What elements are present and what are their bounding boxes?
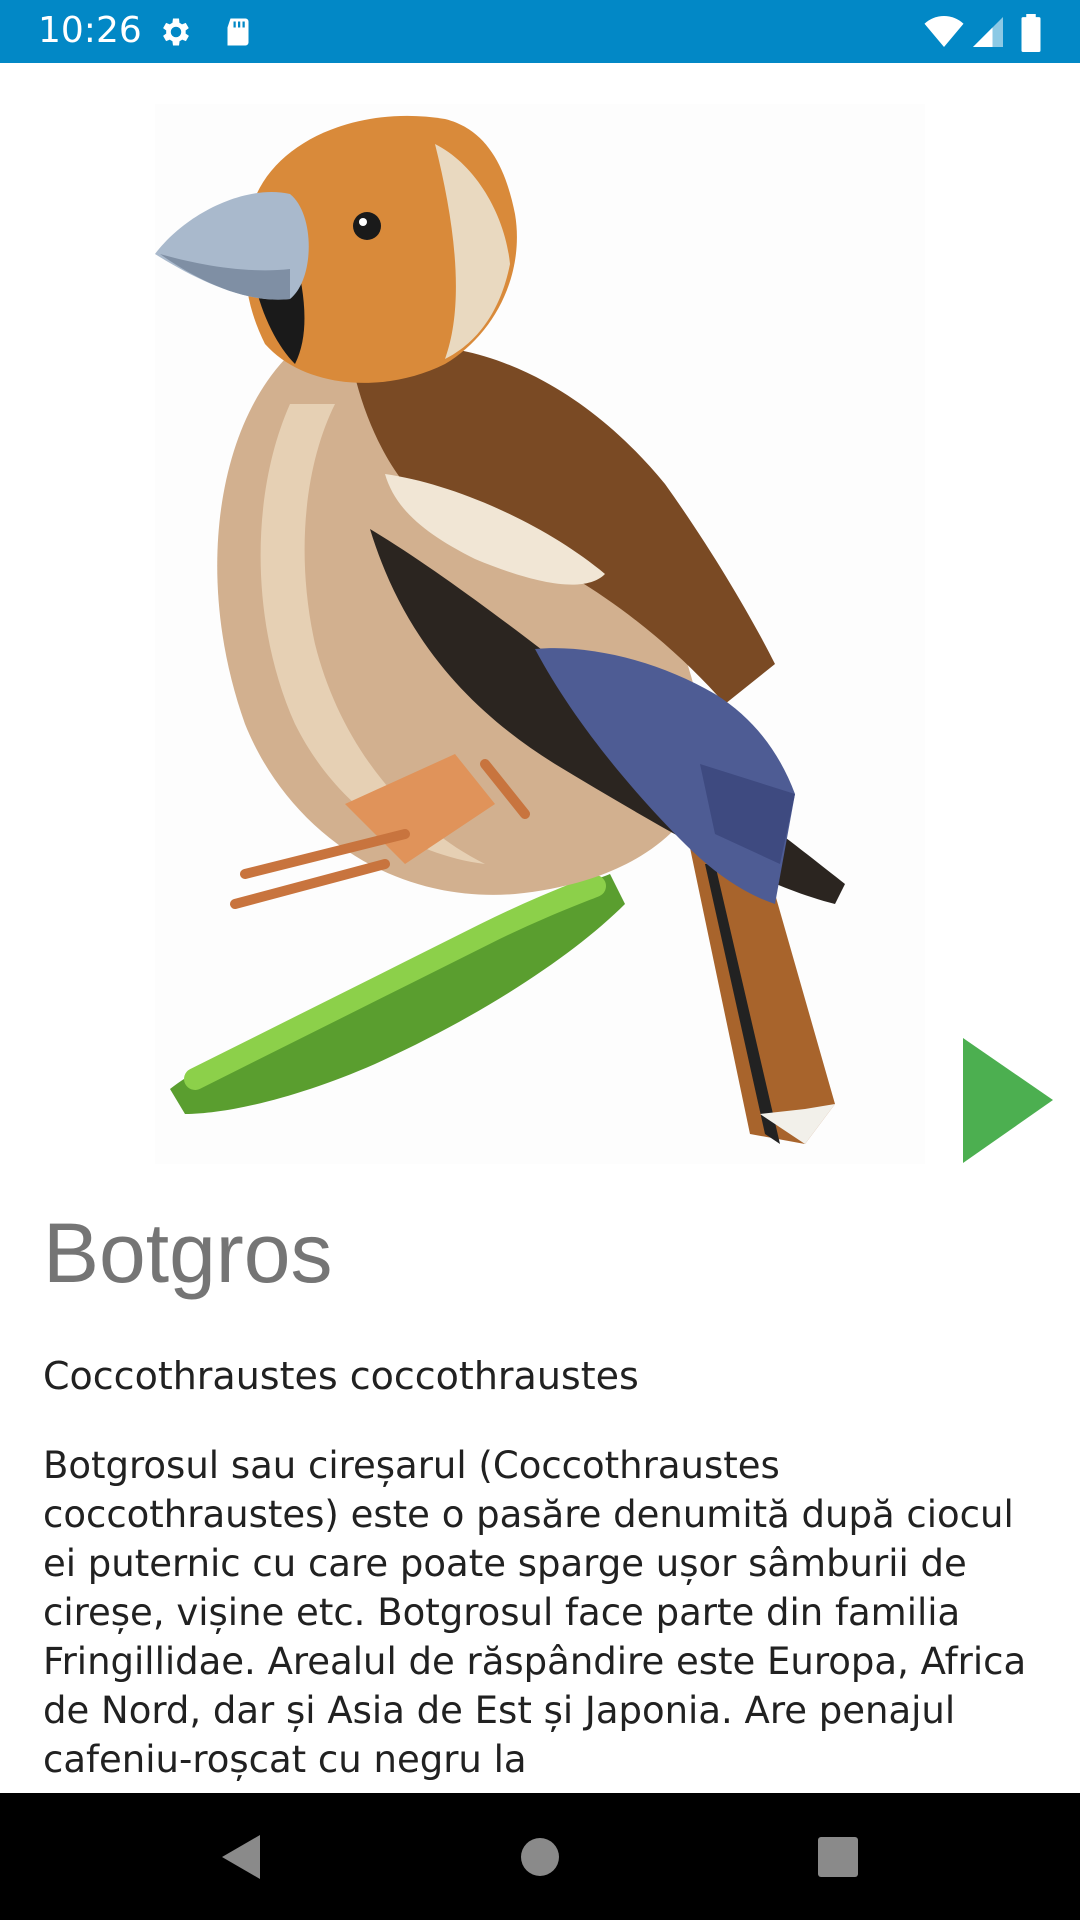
status-bar: 10:26 xyxy=(0,0,1080,63)
bird-illustration xyxy=(155,104,925,1164)
signal-icon xyxy=(970,14,1006,50)
wifi-icon xyxy=(923,14,965,50)
navigation-bar xyxy=(0,1793,1080,1920)
bird-scientific-name: Coccothraustes coccothraustes xyxy=(43,1354,639,1398)
bird-detail-content[interactable]: Botgros Coccothraustes coccothraustes Bo… xyxy=(0,63,1080,1793)
play-icon[interactable] xyxy=(958,1038,1053,1163)
recents-square-icon[interactable] xyxy=(808,1827,868,1887)
sd-card-icon xyxy=(220,14,256,50)
back-triangle-icon[interactable] xyxy=(210,1827,270,1887)
status-time: 10:26 xyxy=(38,10,142,51)
bird-description: Botgrosul sau cireșarul (Coccothraustes … xyxy=(43,1444,1027,1781)
battery-icon xyxy=(1016,14,1046,53)
bird-common-name: Botgros xyxy=(43,1206,333,1300)
gear-icon xyxy=(158,14,194,50)
home-circle-icon[interactable] xyxy=(510,1827,570,1887)
